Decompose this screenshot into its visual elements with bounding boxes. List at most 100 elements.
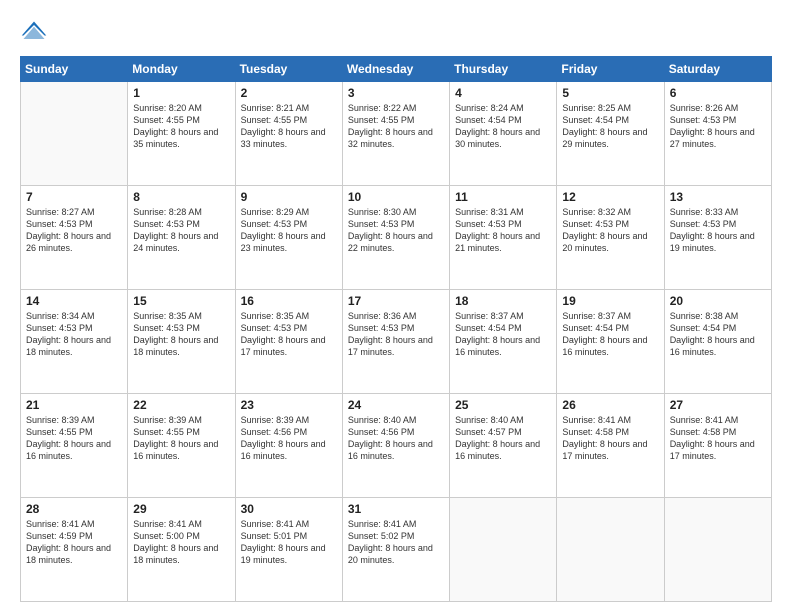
day-info: Sunrise: 8:41 AMSunset: 4:58 PMDaylight:…: [562, 414, 658, 463]
day-number: 14: [26, 294, 122, 308]
day-number: 30: [241, 502, 337, 516]
day-number: 8: [133, 190, 229, 204]
day-number: 16: [241, 294, 337, 308]
day-info: Sunrise: 8:39 AMSunset: 4:56 PMDaylight:…: [241, 414, 337, 463]
day-info: Sunrise: 8:39 AMSunset: 4:55 PMDaylight:…: [133, 414, 229, 463]
day-info: Sunrise: 8:41 AMSunset: 5:00 PMDaylight:…: [133, 518, 229, 567]
calendar-cell: 16Sunrise: 8:35 AMSunset: 4:53 PMDayligh…: [235, 290, 342, 394]
calendar-header-monday: Monday: [128, 57, 235, 82]
calendar-cell: 28 Sunrise: 8:41 AMSunset: 4:59 PMDayligh…: [21, 498, 128, 602]
day-info: Sunrise: 8:36 AMSunset: 4:53 PMDaylight:…: [348, 310, 444, 359]
day-number: 3: [348, 86, 444, 100]
calendar-cell: 12 Sunrise: 8:32 AMSunset: 4:53 PMDayligh…: [557, 186, 664, 290]
day-number: 19: [562, 294, 658, 308]
day-info: Sunrise: 8:20 AMSunset: 4:55 PMDaylight:…: [133, 102, 229, 151]
day-info: Sunrise: 8:35 AMSunset: 4:53 PMDaylight:…: [133, 310, 229, 359]
calendar-header-tuesday: Tuesday: [235, 57, 342, 82]
day-info: Sunrise: 8:33 AMSunset: 4:53 PMDaylight:…: [670, 206, 766, 255]
day-info: Sunrise: 8:27 AMSunset: 4:53 PMDaylight:…: [26, 206, 122, 255]
day-number: 25: [455, 398, 551, 412]
day-number: 15: [133, 294, 229, 308]
calendar-cell: 25 Sunrise: 8:40 AMSunset: 4:57 PMDayligh…: [450, 394, 557, 498]
calendar-cell: 23 Sunrise: 8:39 AMSunset: 4:56 PMDayligh…: [235, 394, 342, 498]
calendar-header-thursday: Thursday: [450, 57, 557, 82]
day-info: Sunrise: 8:37 AMSunset: 4:54 PMDaylight:…: [562, 310, 658, 359]
day-number: 5: [562, 86, 658, 100]
day-number: 9: [241, 190, 337, 204]
day-number: 12: [562, 190, 658, 204]
day-info: Sunrise: 8:40 AMSunset: 4:57 PMDaylight:…: [455, 414, 551, 463]
calendar-cell: 17 Sunrise: 8:36 AMSunset: 4:53 PMDayligh…: [342, 290, 449, 394]
calendar-week-5: 28 Sunrise: 8:41 AMSunset: 4:59 PMDayligh…: [21, 498, 772, 602]
day-info: Sunrise: 8:32 AMSunset: 4:53 PMDaylight:…: [562, 206, 658, 255]
day-number: 21: [26, 398, 122, 412]
calendar-cell: 31 Sunrise: 8:41 AMSunset: 5:02 PMDayligh…: [342, 498, 449, 602]
day-number: 13: [670, 190, 766, 204]
day-number: 23: [241, 398, 337, 412]
day-number: 1: [133, 86, 229, 100]
calendar-cell: 4 Sunrise: 8:24 AMSunset: 4:54 PMDaylight…: [450, 82, 557, 186]
calendar-cell: 10 Sunrise: 8:30 AMSunset: 4:53 PMDayligh…: [342, 186, 449, 290]
calendar-cell: 8 Sunrise: 8:28 AMSunset: 4:53 PMDaylight…: [128, 186, 235, 290]
day-info: Sunrise: 8:38 AMSunset: 4:54 PMDaylight:…: [670, 310, 766, 359]
calendar-cell: 11 Sunrise: 8:31 AMSunset: 4:53 PMDayligh…: [450, 186, 557, 290]
calendar-week-1: 1 Sunrise: 8:20 AMSunset: 4:55 PMDaylight…: [21, 82, 772, 186]
calendar-header-saturday: Saturday: [664, 57, 771, 82]
day-number: 24: [348, 398, 444, 412]
calendar-cell: 18Sunrise: 8:37 AMSunset: 4:54 PMDayligh…: [450, 290, 557, 394]
day-number: 31: [348, 502, 444, 516]
logo-icon: [20, 18, 48, 46]
calendar-cell: [450, 498, 557, 602]
calendar-cell: 27 Sunrise: 8:41 AMSunset: 4:58 PMDayligh…: [664, 394, 771, 498]
calendar-cell: 6 Sunrise: 8:26 AMSunset: 4:53 PMDaylight…: [664, 82, 771, 186]
calendar-cell: 20Sunrise: 8:38 AMSunset: 4:54 PMDayligh…: [664, 290, 771, 394]
day-number: 28: [26, 502, 122, 516]
day-info: Sunrise: 8:40 AMSunset: 4:56 PMDaylight:…: [348, 414, 444, 463]
day-number: 10: [348, 190, 444, 204]
calendar-cell: 24 Sunrise: 8:40 AMSunset: 4:56 PMDayligh…: [342, 394, 449, 498]
day-info: Sunrise: 8:41 AMSunset: 5:01 PMDaylight:…: [241, 518, 337, 567]
day-info: Sunrise: 8:29 AMSunset: 4:53 PMDaylight:…: [241, 206, 337, 255]
calendar-week-3: 14Sunrise: 8:34 AMSunset: 4:53 PMDayligh…: [21, 290, 772, 394]
calendar-cell: 19 Sunrise: 8:37 AMSunset: 4:54 PMDayligh…: [557, 290, 664, 394]
day-number: 27: [670, 398, 766, 412]
day-number: 2: [241, 86, 337, 100]
logo: [20, 18, 50, 46]
day-info: Sunrise: 8:30 AMSunset: 4:53 PMDaylight:…: [348, 206, 444, 255]
calendar-cell: 9 Sunrise: 8:29 AMSunset: 4:53 PMDaylight…: [235, 186, 342, 290]
page: SundayMondayTuesdayWednesdayThursdayFrid…: [0, 0, 792, 612]
calendar-cell: 13 Sunrise: 8:33 AMSunset: 4:53 PMDayligh…: [664, 186, 771, 290]
day-number: 18: [455, 294, 551, 308]
day-number: 4: [455, 86, 551, 100]
day-number: 17: [348, 294, 444, 308]
day-number: 22: [133, 398, 229, 412]
day-info: Sunrise: 8:41 AMSunset: 4:58 PMDaylight:…: [670, 414, 766, 463]
calendar-cell: 2Sunrise: 8:21 AMSunset: 4:55 PMDaylight…: [235, 82, 342, 186]
calendar-header-wednesday: Wednesday: [342, 57, 449, 82]
calendar-cell: 30 Sunrise: 8:41 AMSunset: 5:01 PMDayligh…: [235, 498, 342, 602]
calendar-table: SundayMondayTuesdayWednesdayThursdayFrid…: [20, 56, 772, 602]
day-number: 6: [670, 86, 766, 100]
calendar-header-row: SundayMondayTuesdayWednesdayThursdayFrid…: [21, 57, 772, 82]
calendar-cell: 14Sunrise: 8:34 AMSunset: 4:53 PMDayligh…: [21, 290, 128, 394]
day-info: Sunrise: 8:41 AMSunset: 5:02 PMDaylight:…: [348, 518, 444, 567]
day-number: 26: [562, 398, 658, 412]
day-number: 11: [455, 190, 551, 204]
day-info: Sunrise: 8:25 AMSunset: 4:54 PMDaylight:…: [562, 102, 658, 151]
day-info: Sunrise: 8:41 AMSunset: 4:59 PMDaylight:…: [26, 518, 122, 567]
calendar-header-friday: Friday: [557, 57, 664, 82]
calendar-cell: 15 Sunrise: 8:35 AMSunset: 4:53 PMDayligh…: [128, 290, 235, 394]
calendar-cell: [664, 498, 771, 602]
calendar-cell: 5 Sunrise: 8:25 AMSunset: 4:54 PMDaylight…: [557, 82, 664, 186]
day-info: Sunrise: 8:31 AMSunset: 4:53 PMDaylight:…: [455, 206, 551, 255]
calendar-week-2: 7Sunrise: 8:27 AMSunset: 4:53 PMDaylight…: [21, 186, 772, 290]
day-info: Sunrise: 8:39 AMSunset: 4:55 PMDaylight:…: [26, 414, 122, 463]
day-info: Sunrise: 8:24 AMSunset: 4:54 PMDaylight:…: [455, 102, 551, 151]
header: [20, 18, 772, 46]
day-info: Sunrise: 8:28 AMSunset: 4:53 PMDaylight:…: [133, 206, 229, 255]
calendar-cell: 1 Sunrise: 8:20 AMSunset: 4:55 PMDaylight…: [128, 82, 235, 186]
calendar-cell: 21 Sunrise: 8:39 AMSunset: 4:55 PMDayligh…: [21, 394, 128, 498]
day-number: 29: [133, 502, 229, 516]
calendar-cell: 26 Sunrise: 8:41 AMSunset: 4:58 PMDayligh…: [557, 394, 664, 498]
day-info: Sunrise: 8:26 AMSunset: 4:53 PMDaylight:…: [670, 102, 766, 151]
